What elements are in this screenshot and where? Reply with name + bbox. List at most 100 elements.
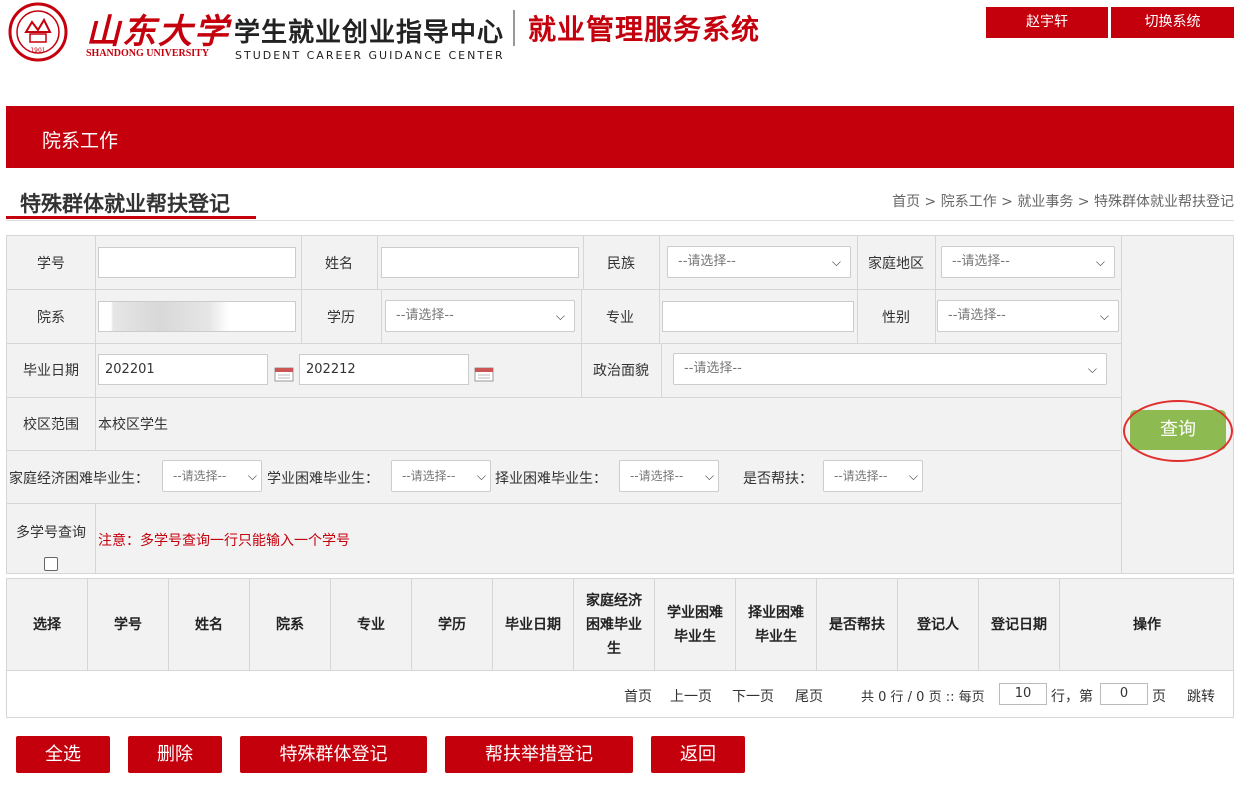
- assist-measure-register-button[interactable]: 帮扶举措登记: [445, 736, 633, 773]
- switch-system-button[interactable]: 切换系统: [1111, 7, 1234, 38]
- results-table-header: 选择 学号 姓名 院系 专业 学历 毕业日期 家庭经济 困难毕业生学业困难 毕业生 择业困难 毕业生是…: [6, 578, 1234, 671]
- assisted-select[interactable]: --请选择-- ⌵: [823, 460, 923, 492]
- column-header-label: 姓名: [195, 616, 223, 633]
- column-header-label: 学号: [114, 616, 142, 633]
- row1-divider-g: [935, 236, 936, 290]
- column-header: 选择: [7, 579, 88, 670]
- row3-divider-c: [661, 344, 662, 398]
- political-status-select[interactable]: --请选择-- ⌵: [673, 353, 1107, 385]
- search-form: 学号 姓名 民族 --请选择-- ⌵ 家庭地区 --请选择-- ⌵ 院系 学历 --…: [6, 235, 1234, 574]
- study-hardship-select-value: --请选择--: [402, 469, 456, 483]
- per-page-input[interactable]: 10: [999, 683, 1047, 705]
- ethnicity-label: 民族: [607, 256, 635, 272]
- column-header: 院系: [250, 579, 331, 670]
- column-header-label: 毕业生: [674, 628, 716, 645]
- seal-year: 1901: [30, 47, 45, 54]
- select-all-button[interactable]: 全选: [16, 736, 110, 773]
- study-hardship-label: 学业困难毕业生：: [267, 471, 379, 487]
- econ-hardship-label: 家庭经济困难毕业生：: [9, 471, 149, 487]
- home-region-select-value: --请选择--: [952, 254, 1010, 269]
- job-hardship-select-value: --请选择--: [630, 469, 684, 483]
- education-select[interactable]: --请选择-- ⌵: [385, 300, 575, 332]
- special-group-register-button[interactable]: 特殊群体登记: [240, 736, 427, 773]
- chevron-down-icon: ⌵: [1095, 255, 1105, 269]
- row4-divider-a: [95, 398, 96, 451]
- column-header: 姓名: [169, 579, 250, 670]
- row1-divider-c: [377, 236, 378, 290]
- pager-next[interactable]: 下一页: [732, 686, 774, 706]
- econ-hardship-select[interactable]: --请选择-- ⌵: [162, 460, 262, 492]
- query-column-divider: [1121, 236, 1122, 573]
- column-header: 家庭经济 困难毕业生: [574, 579, 655, 670]
- chevron-down-icon: ⌵: [555, 309, 565, 323]
- grad-date-to-input[interactable]: [299, 354, 469, 385]
- calendar-icon[interactable]: [474, 366, 494, 382]
- home-region-select[interactable]: --请选择-- ⌵: [941, 246, 1115, 278]
- major-input[interactable]: [662, 301, 854, 332]
- pager-last[interactable]: 尾页: [795, 686, 823, 706]
- department-input[interactable]: [98, 301, 296, 332]
- column-header: 登记人: [898, 579, 979, 670]
- calendar-icon[interactable]: [274, 366, 294, 382]
- delete-button[interactable]: 删除: [128, 736, 222, 773]
- column-header-label: 择业困难: [748, 604, 804, 621]
- chevron-down-icon: ⌵: [476, 469, 486, 483]
- back-button[interactable]: 返回: [651, 736, 745, 773]
- student-id-input[interactable]: [98, 247, 296, 278]
- university-name-en: SHANDONG UNIVERSITY: [86, 48, 210, 59]
- pager-first[interactable]: 首页: [624, 686, 652, 706]
- column-header-label: 学业困难: [667, 604, 723, 621]
- column-header-label: 毕业日期: [505, 616, 561, 633]
- grad-date-label: 毕业日期: [23, 363, 79, 379]
- assisted-select-value: --请选择--: [834, 469, 888, 483]
- column-header: 专业: [331, 579, 412, 670]
- column-header-label: 选择: [33, 616, 61, 633]
- row2-divider-a: [95, 290, 96, 344]
- pager-rows-label: 行，第: [1051, 689, 1093, 705]
- breadcrumb[interactable]: 首页 > 院系工作 > 就业事务 > 特殊群体就业帮扶登记: [892, 191, 1234, 211]
- column-header: 操作: [1060, 579, 1234, 670]
- column-header-label: 学历: [438, 616, 466, 633]
- center-name: 学生就业创业指导中心: [234, 18, 505, 48]
- econ-hardship-select-value: --请选择--: [173, 469, 227, 483]
- nav-section-department-work[interactable]: 院系工作: [42, 126, 118, 153]
- pager-summary: 共 0 行 / 0 页 :: 每页: [861, 690, 985, 705]
- name-input[interactable]: [381, 247, 579, 278]
- political-status-select-value: --请选择--: [684, 361, 742, 376]
- page-title: 特殊群体就业帮扶登记: [20, 192, 230, 216]
- gender-select-value: --请选择--: [948, 308, 1006, 323]
- study-hardship-select[interactable]: --请选择-- ⌵: [391, 460, 491, 492]
- multi-id-checkbox[interactable]: [44, 557, 58, 571]
- student-id-label: 学号: [37, 256, 65, 272]
- department-label: 院系: [37, 310, 65, 326]
- gender-select[interactable]: --请选择-- ⌵: [937, 300, 1119, 332]
- name-label: 姓名: [325, 256, 353, 272]
- multi-id-note: 注意：多学号查询一行只能输入一个学号: [98, 533, 350, 549]
- campus-label: 校区范围: [23, 417, 79, 433]
- title-underline: [6, 216, 256, 219]
- row3-divider-a: [95, 344, 96, 398]
- grad-date-from-input[interactable]: [98, 354, 268, 385]
- ethnicity-select[interactable]: --请选择-- ⌵: [667, 246, 851, 278]
- job-hardship-label: 择业困难毕业生：: [495, 471, 607, 487]
- pager-jump[interactable]: 跳转: [1187, 686, 1215, 706]
- title-divider: [6, 220, 1234, 221]
- gender-label: 性别: [882, 310, 910, 326]
- column-header: 择业困难 毕业生: [736, 579, 817, 670]
- home-region-label: 家庭地区: [868, 256, 924, 272]
- row1-divider-e: [659, 236, 660, 290]
- query-button[interactable]: 查询: [1130, 410, 1226, 450]
- column-header-label: 院系: [276, 616, 304, 633]
- column-header-label: 家庭经济: [586, 592, 642, 609]
- chevron-down-icon: ⌵: [704, 469, 714, 483]
- column-header-label: 登记日期: [991, 616, 1047, 633]
- chevron-down-icon: ⌵: [908, 469, 918, 483]
- user-menu-button[interactable]: 赵宇轩: [986, 7, 1108, 38]
- row2-divider-c: [381, 290, 382, 344]
- job-hardship-select[interactable]: --请选择-- ⌵: [619, 460, 719, 492]
- major-label: 专业: [606, 310, 634, 326]
- pager-prev[interactable]: 上一页: [670, 686, 712, 706]
- page-number-input[interactable]: 0: [1100, 683, 1148, 705]
- chevron-down-icon: ⌵: [247, 469, 257, 483]
- political-status-label: 政治面貌: [593, 363, 649, 379]
